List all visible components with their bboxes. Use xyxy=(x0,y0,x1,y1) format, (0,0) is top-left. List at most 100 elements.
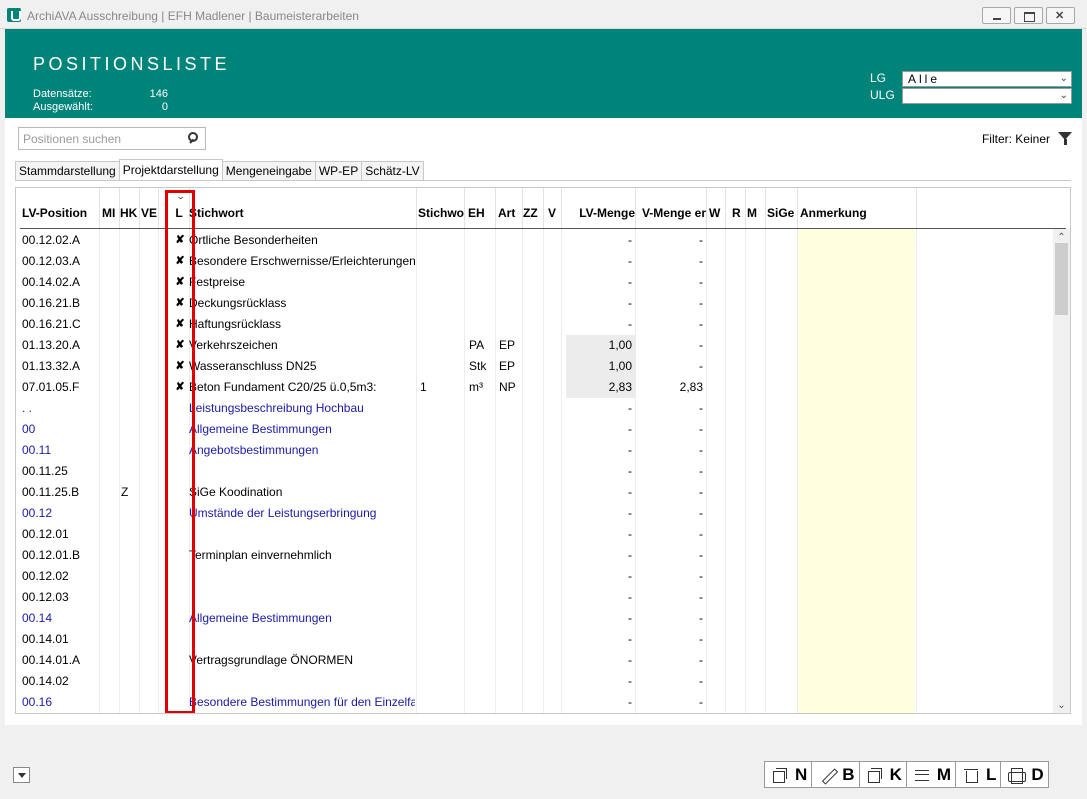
column-header[interactable]: LV-Menge xyxy=(571,188,635,228)
lg-select[interactable]: Alle ⌄ xyxy=(902,71,1072,87)
cell-eh xyxy=(469,251,495,272)
cell-vm: - xyxy=(699,296,703,310)
table-row[interactable]: 00.14.02.A ✘ Festpreise - - xyxy=(16,272,1056,293)
column-divider[interactable] xyxy=(561,188,562,228)
column-header[interactable]: W xyxy=(709,188,725,228)
column-header[interactable]: Stichwort xyxy=(189,188,416,228)
column-header[interactable]: Stichwo xyxy=(418,188,464,228)
tab-wp-ep[interactable]: WP-EP xyxy=(314,161,363,180)
column-divider[interactable] xyxy=(765,188,766,228)
column-divider[interactable] xyxy=(725,188,726,228)
column-divider[interactable] xyxy=(495,188,496,228)
table-row[interactable]: 01.13.20.A ✘ Verkehrszeichen PA EP 1,00- xyxy=(16,335,1056,356)
column-divider[interactable] xyxy=(916,188,917,228)
vertical-scrollbar[interactable]: ⌃ ⌄ xyxy=(1053,229,1070,713)
column-header[interactable]: LV-Position xyxy=(22,188,99,228)
column-header[interactable]: Anmerkung xyxy=(800,188,910,228)
tab-stammdarstellung[interactable]: Stammdarstellung xyxy=(15,161,120,180)
options-dropdown-button[interactable] xyxy=(13,767,30,783)
column-divider[interactable] xyxy=(464,188,465,228)
table-row[interactable]: 00.11 Angebotsbestimmungen - - xyxy=(16,440,1056,461)
column-divider[interactable] xyxy=(706,188,707,228)
toolbar-button-b[interactable]: B xyxy=(811,761,860,788)
column-header[interactable]: HK xyxy=(120,188,139,228)
table-row[interactable]: 00.12.02 - - xyxy=(16,566,1056,587)
records-count: 146 xyxy=(149,88,168,100)
sort-chevron-icon[interactable]: ⌄ xyxy=(175,191,186,202)
cell-art: EP xyxy=(499,338,516,352)
close-button[interactable] xyxy=(1046,7,1075,24)
toolbar-button-l[interactable]: L xyxy=(955,761,1002,788)
cell-vm: - xyxy=(699,485,703,499)
maximize-button[interactable] xyxy=(1014,7,1043,24)
table-row[interactable]: 00.12.01 - - xyxy=(16,524,1056,545)
column-header[interactable]: MI xyxy=(102,188,119,228)
cell-hk xyxy=(121,566,137,587)
table-row[interactable]: 00.11.25.B Z SiGe Koodination - - xyxy=(16,482,1056,503)
table-row[interactable]: 00.16 Besondere Bestimmungen für den Einz… xyxy=(16,692,1056,713)
column-divider[interactable] xyxy=(99,188,100,228)
cell-art xyxy=(499,482,521,503)
toolbar-button-label: L xyxy=(986,764,997,784)
column-divider[interactable] xyxy=(635,188,636,228)
column-divider[interactable] xyxy=(139,188,140,228)
cell-pos: 00.12.01 xyxy=(22,527,69,541)
column-header[interactable]: SiGe xyxy=(767,188,797,228)
column-header[interactable]: V xyxy=(548,188,561,228)
column-divider[interactable] xyxy=(745,188,746,228)
table-row[interactable]: 00.14.02 - - xyxy=(16,671,1056,692)
cell-vm: - xyxy=(699,611,703,625)
cell-lvm: - xyxy=(628,422,632,436)
table-row[interactable]: 00.14.01.A Vertragsgrundlage ÖNORMEN - - xyxy=(16,650,1056,671)
cell-eh xyxy=(469,587,495,608)
cell-stichwort: Allgemeine Bestimmungen xyxy=(189,611,332,625)
table-row[interactable]: . . Leistungsbeschreibung Hochbau - - xyxy=(16,398,1056,419)
table-row[interactable]: 00.12.03.A ✘ Besondere Erschwernisse/Erlei… xyxy=(16,251,1056,272)
column-divider[interactable] xyxy=(797,188,798,228)
table-row[interactable]: 00 Allgemeine Bestimmungen - - xyxy=(16,419,1056,440)
search-input[interactable]: Positionen suchen xyxy=(18,127,206,150)
toolbar-button-k[interactable]: K xyxy=(858,761,907,788)
cell-art xyxy=(499,314,521,335)
column-header[interactable]: M xyxy=(747,188,765,228)
table-row[interactable]: 00.12.03 - - xyxy=(16,587,1056,608)
pencil-icon xyxy=(818,766,836,784)
cell-stichwort xyxy=(189,524,415,545)
column-header[interactable]: V-Menge er xyxy=(637,188,706,228)
scroll-thumb[interactable] xyxy=(1055,243,1068,315)
toolbar-button-n[interactable]: N xyxy=(764,761,813,788)
toolbar-button-d[interactable]: D xyxy=(1000,761,1049,788)
cell-stichwort: Angebotsbestimmungen xyxy=(189,443,319,457)
toolbar-button-m[interactable]: M xyxy=(905,761,957,788)
column-header[interactable]: R xyxy=(732,188,745,228)
cell-eh xyxy=(469,545,495,566)
ulg-select[interactable]: ⌄ xyxy=(902,88,1072,104)
list-icon xyxy=(913,766,931,784)
tab-projektdarstellung[interactable]: Projektdarstellung xyxy=(118,159,223,180)
column-header[interactable]: ZZ xyxy=(523,188,543,228)
table-row[interactable]: 00.16.21.B ✘ Deckungsrücklass - - xyxy=(16,293,1056,314)
cell-art xyxy=(499,398,521,419)
search-icon[interactable] xyxy=(188,132,198,142)
table-row[interactable]: 07.01.05.F ✘ Beton Fundament C20/25 ü.0,5m… xyxy=(16,377,1056,398)
column-divider[interactable] xyxy=(543,188,544,228)
column-header[interactable]: Art xyxy=(498,188,522,228)
column-header[interactable]: VE xyxy=(141,188,159,228)
table-row[interactable]: 01.13.32.A ✘ Wasseranschluss DN25 Stk EP 1,00… xyxy=(16,356,1056,377)
tab-schaetz-lv[interactable]: Schätz-LV xyxy=(361,161,424,180)
column-header[interactable]: EH xyxy=(468,188,495,228)
table-row[interactable]: 00.14 Allgemeine Bestimmungen - - xyxy=(16,608,1056,629)
table-row[interactable]: 00.12.01.B Terminplan einvernehmlich - - xyxy=(16,545,1056,566)
tab-mengeneingabe[interactable]: Mengeneingabe xyxy=(221,161,316,180)
cell-eh xyxy=(469,608,495,629)
table-row[interactable]: 00.12 Umstände der Leistungserbringung - - xyxy=(16,503,1056,524)
table-row[interactable]: 00.16.21.C ✘ Haftungsrücklass - - xyxy=(16,314,1056,335)
table-row[interactable]: 00.11.25 - - xyxy=(16,461,1056,482)
cell-eh xyxy=(469,314,495,335)
scroll-down-icon[interactable]: ⌄ xyxy=(1053,697,1070,713)
minimize-button[interactable] xyxy=(982,7,1011,24)
filter-icon[interactable] xyxy=(1058,132,1072,145)
column-divider[interactable] xyxy=(416,188,417,228)
table-row[interactable]: 00.14.01 - - xyxy=(16,629,1056,650)
table-row[interactable]: 00.12.02.A ✘ Örtliche Besonderheiten - - xyxy=(16,230,1056,251)
